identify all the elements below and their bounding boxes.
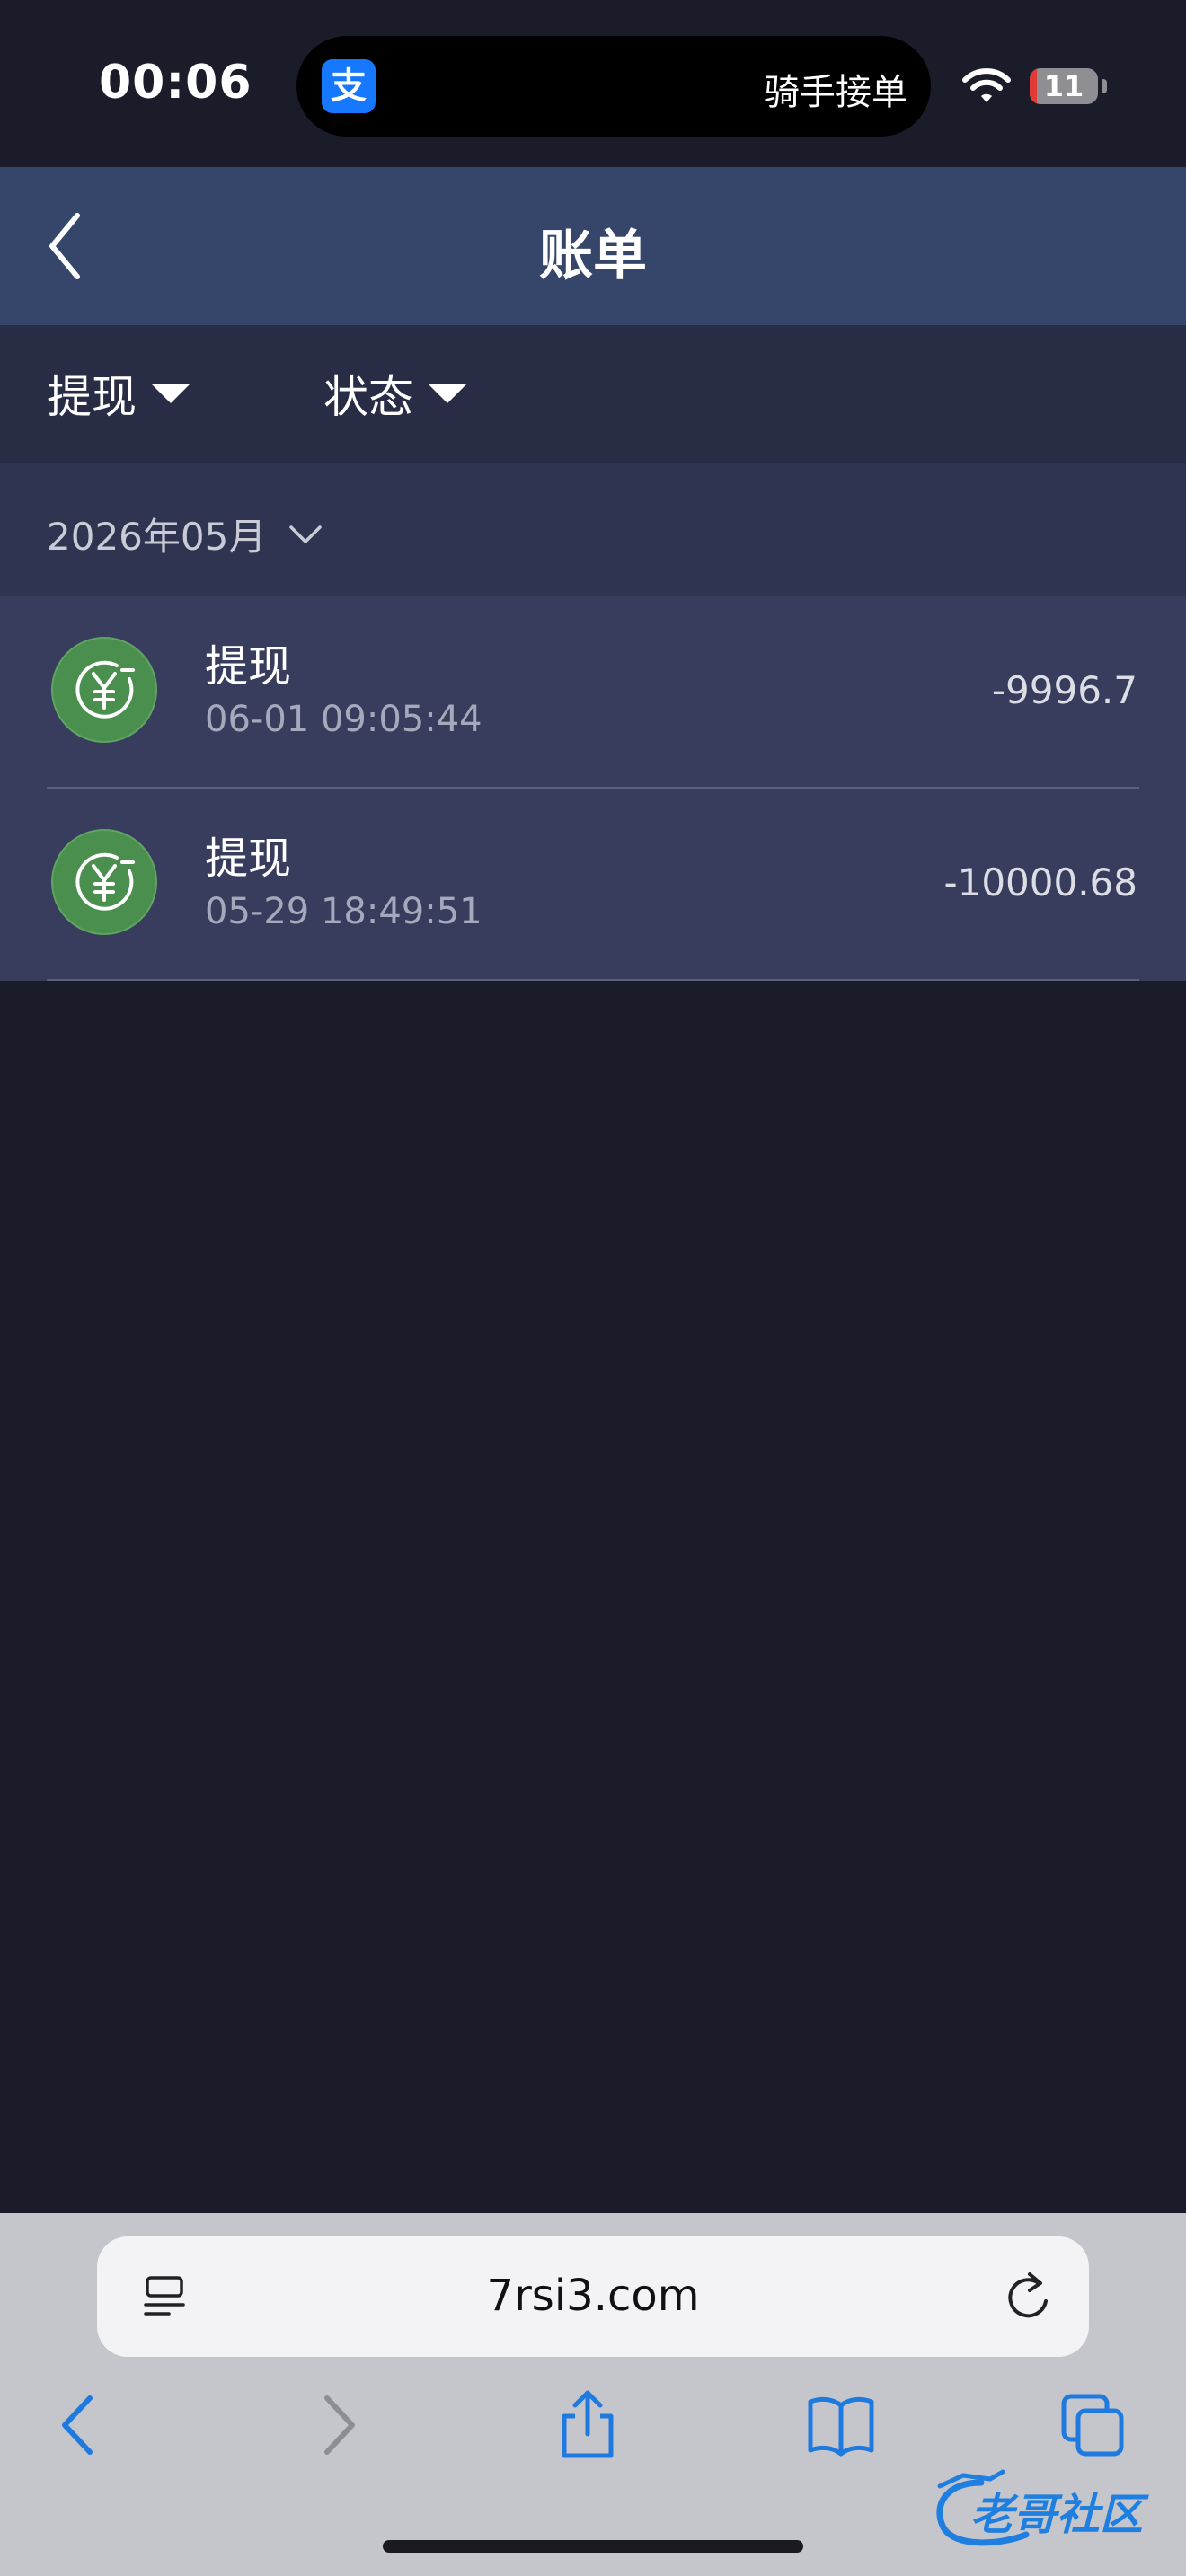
page-title: 账单 [539,225,647,287]
watermark-logo: 老哥社区 [927,2466,1170,2553]
alipay-icon: 支 [322,59,376,113]
withdraw-yuan-icon [51,829,157,935]
wifi-icon [962,68,1011,102]
item-title: 提现 [205,641,292,692]
list-item[interactable]: 提现 05-29 18:49:51 -10000.68 [0,789,1186,981]
battery-level: 11 [1043,69,1084,103]
item-time: 06-01 09:05:44 [205,699,482,740]
filter-status-dropdown[interactable]: 状态 [323,365,467,423]
status-time: 00:06 [99,56,252,110]
caret-down-icon [151,384,190,403]
battery-icon: 11 [1030,68,1098,104]
url-text: 7rsi3.com [486,2271,700,2321]
home-indicator [383,2540,803,2553]
chevron-down-icon [289,525,323,543]
filter-type-dropdown[interactable]: 提现 [47,365,190,423]
status-bar: 00:06 支 骑手接单 11 [0,0,1186,167]
dynamic-island[interactable]: 支 骑手接单 [296,36,931,137]
item-amount: -10000.68 [943,860,1137,904]
bookmarks-icon[interactable] [805,2389,877,2461]
caret-down-icon [428,384,467,403]
browser-toolbar: 7rsi3.com 老哥社区 [0,2213,1186,2576]
withdraw-yuan-icon [51,637,157,743]
share-icon[interactable] [552,2389,624,2461]
item-amount: -9996.7 [991,668,1137,712]
filter-bar: 提现 状态 [0,325,1186,463]
address-bar[interactable]: 7rsi3.com [97,2236,1089,2357]
filter-status-label: 状态 [323,371,413,423]
watermark-text: 老哥社区 [970,2490,1144,2540]
item-time: 05-29 18:49:51 [205,891,482,932]
item-title: 提现 [205,834,292,884]
nav-bar: 账单 [0,167,1186,325]
tabs-icon[interactable] [1057,2389,1128,2461]
forward-icon[interactable] [302,2389,374,2461]
filter-type-label: 提现 [47,371,137,423]
month-selector[interactable]: 2026年05月 [47,507,323,561]
island-label: 骑手接单 [764,72,907,113]
reload-icon[interactable] [1003,2271,1053,2323]
list-item[interactable]: 提现 06-01 09:05:44 -9996.7 [0,596,1186,789]
battery-tip [1102,79,1107,93]
transaction-list: 提现 06-01 09:05:44 -9996.7 提现 05-29 18:49… [0,596,1186,981]
month-header: 2026年05月 [0,463,1186,596]
back-icon[interactable] [43,2389,115,2461]
divider [47,979,1139,981]
month-label: 2026年05月 [47,515,267,559]
